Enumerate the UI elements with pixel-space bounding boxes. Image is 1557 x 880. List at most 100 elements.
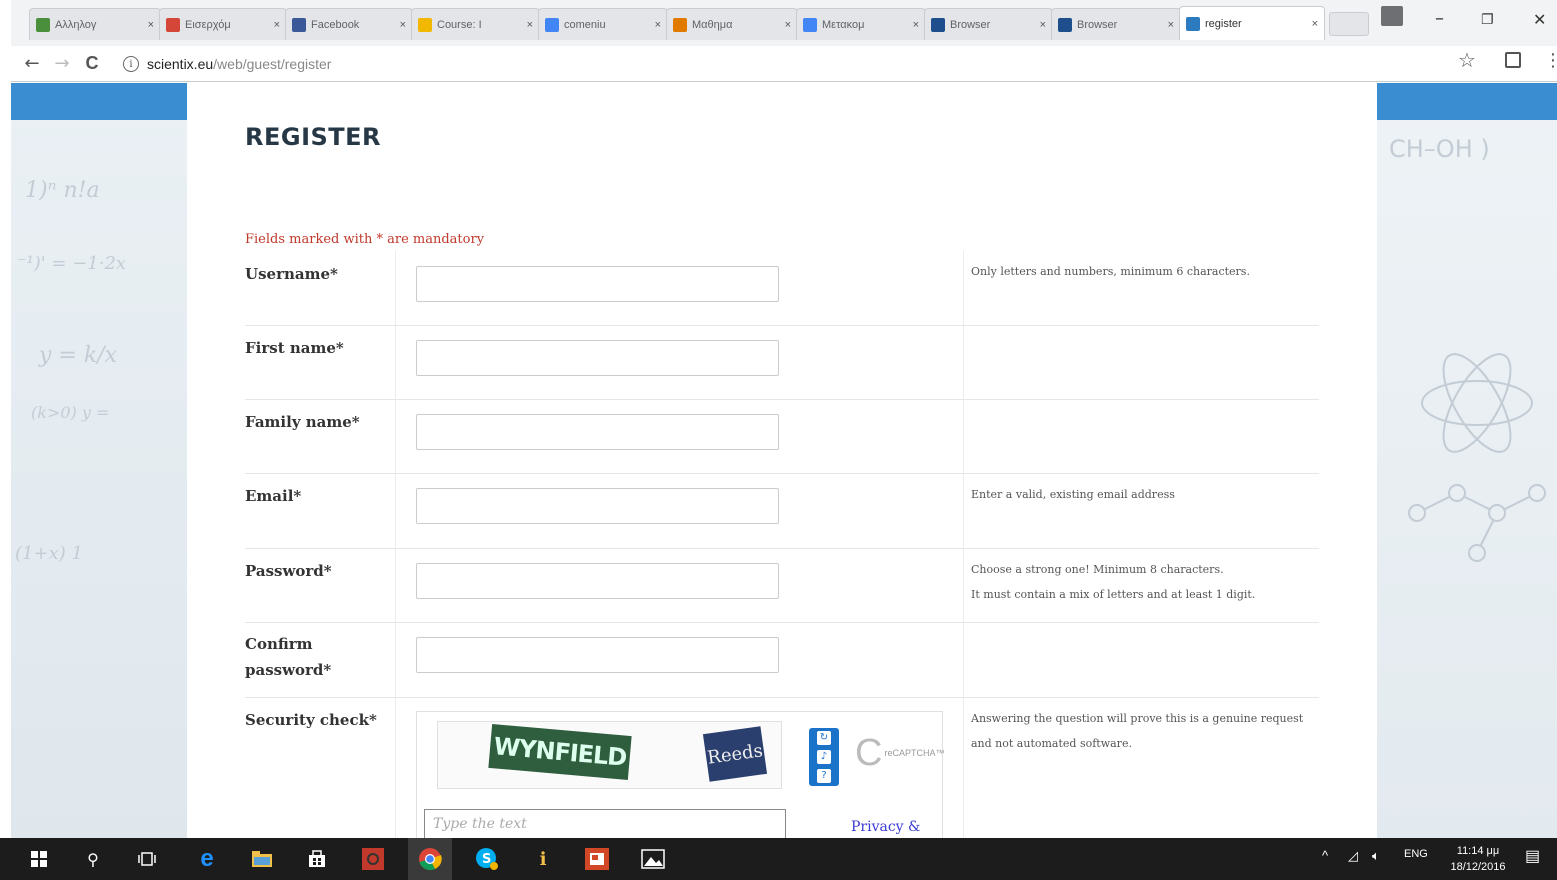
username-input[interactable] xyxy=(416,266,779,302)
captcha-help-icon[interactable]: ? xyxy=(817,769,831,784)
show-hidden-icons[interactable]: ^ xyxy=(1322,848,1328,863)
network-icon[interactable]: ◿ xyxy=(1348,848,1358,864)
email-input[interactable] xyxy=(416,488,779,524)
tab-close-icon[interactable]: × xyxy=(400,19,406,31)
first-name-label: First name* xyxy=(245,339,344,357)
math-doodle: y = k/x xyxy=(39,343,117,368)
password-label: Password* xyxy=(245,562,332,580)
first-name-input[interactable] xyxy=(416,340,779,376)
browser-menu-icon[interactable]: ⋮ xyxy=(1544,50,1557,71)
file-explorer-icon[interactable] xyxy=(249,846,275,872)
tab-close-icon[interactable]: × xyxy=(527,19,533,31)
password-input[interactable] xyxy=(416,563,779,599)
tab-close-icon[interactable]: × xyxy=(274,19,280,31)
docs-icon xyxy=(803,17,817,32)
address-bar[interactable]: i scientix.eu/web/guest/register xyxy=(123,50,1503,78)
captcha-word-1: WYNFIELD xyxy=(488,723,632,781)
media-icon[interactable] xyxy=(360,846,386,872)
tab-close-icon[interactable]: × xyxy=(655,19,661,31)
form-row-family-name: Family name* xyxy=(245,400,1319,474)
tab-label: Αλληλογ xyxy=(55,18,97,31)
family-name-label: Family name* xyxy=(245,413,360,431)
notifications-icon[interactable]: ▤ xyxy=(1525,846,1540,866)
learning-icon xyxy=(673,17,687,32)
family-name-input[interactable] xyxy=(416,414,779,450)
confirm-password-input[interactable] xyxy=(416,637,779,673)
tab-label: comeniu xyxy=(564,18,606,31)
new-tab-button[interactable] xyxy=(1329,12,1369,36)
captcha-word-2: Reeds xyxy=(702,726,768,782)
url-host: scientix.eu xyxy=(147,56,214,72)
extension-icon[interactable] xyxy=(1505,52,1521,68)
skype-icon[interactable]: S xyxy=(474,846,500,872)
browser-tab-7[interactable]: Μετακομ × xyxy=(796,8,926,40)
captcha-text-input[interactable]: Type the text xyxy=(424,809,786,838)
captcha-audio-icon[interactable]: ♪ xyxy=(817,749,831,764)
language-indicator[interactable]: ENG xyxy=(1404,848,1428,860)
tab-label: Browser xyxy=(1077,18,1118,31)
taskbar-clock[interactable]: 11:14 μμ 18/12/2016 xyxy=(1440,843,1516,875)
tab-label: Μαθημα xyxy=(692,18,733,31)
back-button[interactable]: ← xyxy=(17,53,47,74)
browser-tab-9[interactable]: Browser × xyxy=(1051,8,1181,40)
profile-icon[interactable] xyxy=(1381,6,1403,26)
captcha-controls: ↻ ♪ ? xyxy=(809,728,839,786)
minimize-button[interactable]: – xyxy=(1435,8,1444,29)
windows-start-icon[interactable] xyxy=(26,846,52,872)
email-label: Email* xyxy=(245,487,302,505)
browser-tab-2[interactable]: Εισερχόμ × xyxy=(159,8,287,40)
tab-close-icon[interactable]: × xyxy=(1312,18,1318,30)
security-check-label: Security check* xyxy=(245,711,377,729)
lo-icon xyxy=(1058,17,1072,32)
course-icon xyxy=(418,17,432,32)
browser-tab-6[interactable]: Μαθημα × xyxy=(666,8,798,40)
forward-button[interactable]: → xyxy=(47,53,77,74)
math-doodle: (k>0) y = xyxy=(31,403,110,422)
pin-icon[interactable]: ℹ xyxy=(530,846,556,872)
background-decoration-left: 1)ⁿ n!a ⁻¹)' = −1·2x y = k/x (k>0) y = (… xyxy=(11,83,187,838)
tab-close-icon[interactable]: × xyxy=(148,19,154,31)
volume-icon[interactable]: 🔈︎ xyxy=(1372,848,1380,864)
form-row-username: Username* Only letters and numbers, mini… xyxy=(245,251,1319,326)
captcha-refresh-icon[interactable]: ↻ xyxy=(817,730,831,745)
username-label: Username* xyxy=(245,265,338,283)
browser-tab-3[interactable]: Facebook × xyxy=(285,8,413,40)
browser-toolbar: ← → C i scientix.eu/web/guest/register xyxy=(11,46,1557,82)
restore-button[interactable]: ❐ xyxy=(1481,12,1494,28)
math-doodle: (1+x) 1 xyxy=(15,543,83,564)
search-icon[interactable]: ⚲ xyxy=(80,846,106,872)
chem-doodle: CH–OH ) xyxy=(1389,135,1490,163)
password-help: Choose a strong one! Minimum 8 character… xyxy=(971,557,1311,607)
browser-tab-8[interactable]: Browser × xyxy=(924,8,1053,40)
web-page: 1)ⁿ n!a ⁻¹)' = −1·2x y = k/x (k>0) y = (… xyxy=(11,83,1557,838)
browser-tab-5[interactable]: comeniu × xyxy=(538,8,668,40)
photos-icon[interactable] xyxy=(640,846,666,872)
register-form-panel: REGISTER Fields marked with * are mandat… xyxy=(187,83,1377,838)
background-decoration-right: CH–OH ) xyxy=(1377,83,1557,838)
form-row-email: Email* Enter a valid, existing email add… xyxy=(245,474,1319,549)
tab-close-icon[interactable]: × xyxy=(1040,19,1046,31)
window-close-button[interactable]: ✕ xyxy=(1533,10,1546,29)
edge-icon[interactable]: e xyxy=(194,845,220,872)
tab-label: Browser xyxy=(950,18,991,31)
tab-close-icon[interactable]: × xyxy=(913,19,919,31)
password-help-line-1: Choose a strong one! Minimum 8 character… xyxy=(971,563,1224,576)
math-doodle: 1)ⁿ n!a xyxy=(25,178,100,203)
bookmark-star-icon[interactable]: ☆ xyxy=(1458,48,1476,72)
task-view-icon[interactable] xyxy=(134,846,160,872)
tab-close-icon[interactable]: × xyxy=(1168,19,1174,31)
browser-tab-1[interactable]: Αλληλογ × xyxy=(29,8,161,40)
browser-tab-10[interactable]: register × xyxy=(1179,6,1325,40)
recaptcha-c-icon: C xyxy=(855,732,883,774)
mandatory-note: Fields marked with * are mandatory xyxy=(245,232,485,247)
privacy-link[interactable]: Privacy & xyxy=(851,819,921,835)
form-row-first-name: First name* xyxy=(245,326,1319,400)
tab-close-icon[interactable]: × xyxy=(785,19,791,31)
tab-label: Facebook xyxy=(311,18,360,31)
chrome-icon[interactable] xyxy=(408,838,452,880)
reload-button[interactable]: C xyxy=(77,53,107,74)
store-icon[interactable] xyxy=(304,846,330,872)
powerpoint-icon[interactable] xyxy=(584,846,610,872)
browser-tab-4[interactable]: Course: I × xyxy=(411,8,540,40)
info-icon[interactable]: i xyxy=(123,56,139,72)
